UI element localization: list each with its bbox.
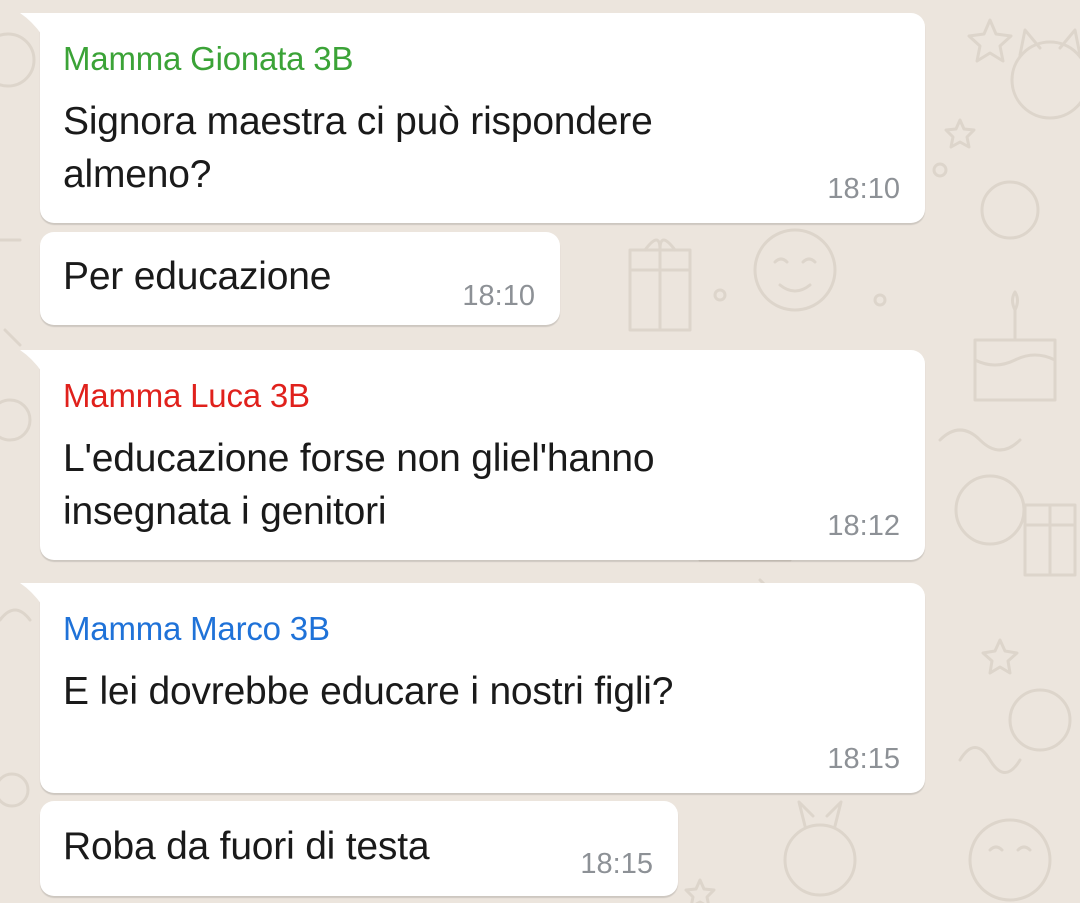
bubble-tail [20, 350, 42, 372]
message-sender-name[interactable]: Mamma Marco 3B [63, 610, 330, 648]
message-bubble[interactable]: Mamma Luca 3B L'educazione forse non gli… [20, 350, 925, 560]
message-timestamp: 18:15 [827, 743, 900, 775]
chat-messages-area[interactable]: Mamma Gionata 3B Signora maestra ci può … [0, 0, 1080, 903]
message-bubble[interactable]: Roba da fuori di testa 18:15 [40, 801, 678, 896]
message-bubble[interactable]: Mamma Marco 3B E lei dovrebbe educare i … [20, 583, 925, 793]
message-timestamp: 18:10 [827, 173, 900, 205]
message-text: E lei dovrebbe educare i nostri figli? [63, 670, 674, 713]
message-text: Per educazione [63, 255, 332, 298]
message-sender-name[interactable]: Mamma Gionata 3B [63, 40, 353, 78]
message-timestamp: 18:12 [827, 510, 900, 542]
message-bubble[interactable]: Mamma Gionata 3B Signora maestra ci può … [20, 13, 925, 223]
bubble-tail [20, 583, 42, 605]
message-bubble[interactable]: Per educazione 18:10 [40, 232, 560, 325]
message-text: L'educazione forse non gliel'hanno inseg… [63, 437, 655, 533]
message-timestamp: 18:15 [580, 848, 653, 880]
message-text: Roba da fuori di testa [63, 825, 430, 868]
message-timestamp: 18:10 [462, 280, 535, 312]
bubble-tail [20, 13, 42, 35]
message-sender-name[interactable]: Mamma Luca 3B [63, 377, 310, 415]
message-text: Signora maestra ci può rispondere almeno… [63, 100, 653, 196]
